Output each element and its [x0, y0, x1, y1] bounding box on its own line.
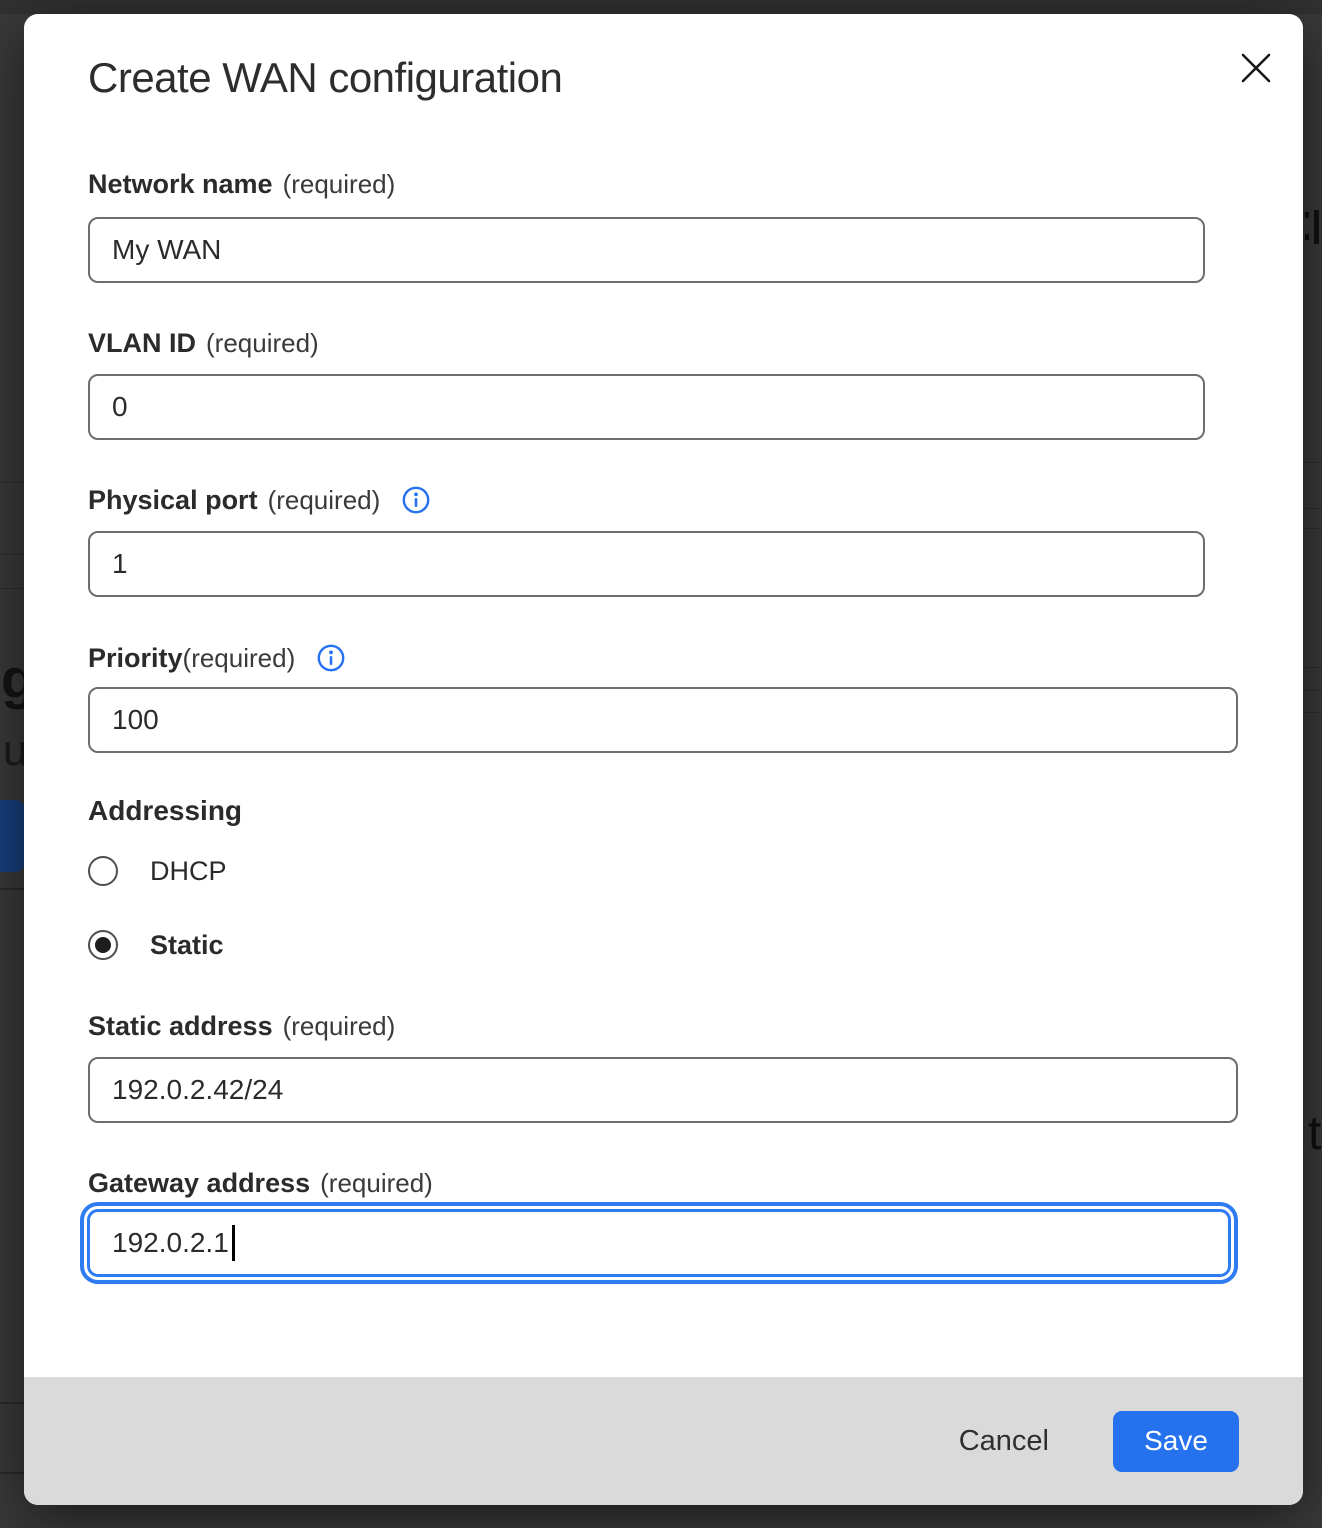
label-text: Network name: [88, 169, 273, 200]
input-value: 1: [112, 548, 128, 580]
required-note: (required): [206, 328, 319, 359]
required-note: (required): [268, 485, 381, 516]
create-wan-configuration-dialog: Create WAN configuration Network name (r…: [24, 14, 1303, 1505]
dimmed-page-row-line: [0, 482, 24, 483]
addressing-heading: Addressing: [88, 795, 242, 827]
label-text: Physical port: [88, 485, 258, 516]
dimmed-page-text-fragment: u: [3, 726, 24, 776]
label-text: Static address: [88, 1011, 273, 1042]
dimmed-page-text-fragment: [1305, 234, 1309, 240]
gateway-address-input[interactable]: 192.0.2.1: [87, 1209, 1231, 1277]
static-address-input[interactable]: 192.0.2.42/24: [88, 1057, 1238, 1123]
gateway-address-label: Gateway address (required): [88, 1165, 433, 1201]
dialog-title: Create WAN configuration: [88, 54, 562, 102]
cancel-button[interactable]: Cancel: [947, 1417, 1061, 1466]
input-value: 100: [112, 704, 159, 736]
physical-port-input[interactable]: 1: [88, 531, 1205, 597]
dimmed-page-right-strip: t: [1303, 0, 1322, 1528]
dimmed-page-left-strip: g u: [0, 0, 24, 1528]
required-note: (required): [283, 169, 396, 200]
radio-circle-icon: [88, 856, 118, 886]
vlan-id-input[interactable]: 0: [88, 374, 1205, 440]
dimmed-page-row-line: [0, 1472, 24, 1474]
dimmed-page-row-line: [1303, 528, 1322, 529]
required-note: (required): [183, 643, 296, 674]
input-value: 192.0.2.42/24: [112, 1074, 283, 1106]
label-text: Priority: [88, 643, 183, 674]
save-button[interactable]: Save: [1113, 1411, 1239, 1472]
dimmed-page-heading-fragment: g: [1, 646, 24, 711]
required-note: (required): [283, 1011, 396, 1042]
dimmed-page-row-line: [1303, 462, 1322, 463]
dimmed-page-divider: [0, 888, 24, 890]
vlan-id-label: VLAN ID (required): [88, 325, 319, 361]
text-caret: [232, 1225, 235, 1261]
static-address-label: Static address (required): [88, 1008, 395, 1044]
priority-input[interactable]: 100: [88, 687, 1238, 753]
dimmed-page-row-line: [0, 1402, 24, 1404]
close-x-icon: [1237, 49, 1275, 87]
label-text: VLAN ID: [88, 328, 196, 359]
radio-circle-icon: [88, 930, 118, 960]
dimmed-page-text-fragment: t: [1308, 1106, 1321, 1161]
dimmed-page-row-line: [1303, 712, 1322, 713]
network-name-input[interactable]: My WAN: [88, 217, 1205, 283]
radio-dot: [95, 937, 111, 953]
dimmed-page-button-fragment: [0, 800, 24, 872]
input-value: 192.0.2.1: [112, 1227, 229, 1259]
radio-label: DHCP: [150, 856, 227, 887]
radio-label: Static: [150, 930, 224, 961]
dimmed-page-row-line: [0, 588, 24, 589]
input-value: My WAN: [112, 234, 221, 266]
required-note: (required): [320, 1168, 433, 1199]
dimmed-page-row-line: [1303, 508, 1322, 509]
dimmed-page-row-line: [1303, 667, 1322, 668]
dimmed-page-text-fragment: [1305, 212, 1309, 218]
info-circle-icon[interactable]: [402, 486, 430, 514]
priority-label: Priority (required): [88, 640, 345, 676]
dimmed-page-text-fragment: [1314, 210, 1319, 244]
radio-option-static[interactable]: Static: [88, 928, 224, 962]
dimmed-page-row-line: [0, 554, 24, 555]
info-circle-icon[interactable]: [317, 644, 345, 672]
input-value: 0: [112, 391, 128, 423]
dialog-footer: Cancel Save: [24, 1377, 1303, 1505]
dimmed-page-top-strip: [0, 0, 1322, 14]
close-button[interactable]: [1230, 42, 1282, 94]
physical-port-label: Physical port (required): [88, 482, 430, 518]
network-name-label: Network name (required): [88, 166, 395, 202]
gateway-address-focus-ring: 192.0.2.1: [80, 1202, 1238, 1284]
dimmed-page-row-line: [1303, 690, 1322, 691]
label-text: Gateway address: [88, 1168, 310, 1199]
radio-option-dhcp[interactable]: DHCP: [88, 854, 227, 888]
